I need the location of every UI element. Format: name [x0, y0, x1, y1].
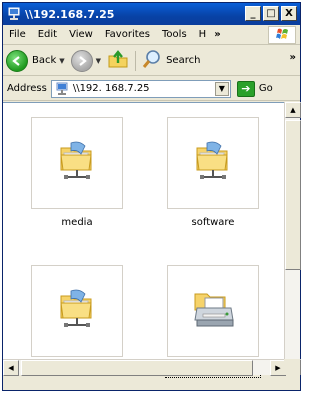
- title-bar[interactable]: \\192.168.7.25 _ □ X: [3, 3, 300, 25]
- window-title: \\192.168.7.25: [25, 7, 115, 21]
- horizontal-scroll-thumb[interactable]: [21, 360, 253, 376]
- resize-grip[interactable]: [284, 359, 300, 375]
- windows-logo-icon: [268, 26, 296, 44]
- vertical-scroll-thumb[interactable]: [285, 120, 301, 270]
- scroll-up-button[interactable]: ▲: [285, 102, 301, 118]
- back-button[interactable]: Back ▼: [3, 48, 68, 74]
- up-folder-button[interactable]: [104, 48, 132, 74]
- toolbar-overflow-chevron[interactable]: »: [290, 52, 296, 63]
- address-value: \\192. 168.7.25: [72, 83, 150, 94]
- close-button[interactable]: X: [281, 6, 297, 21]
- back-arrow-icon: [6, 49, 28, 72]
- menu-file[interactable]: File: [3, 29, 32, 40]
- go-button[interactable]: ➔ Go: [236, 80, 273, 97]
- up-folder-icon: [107, 49, 129, 72]
- minimize-button[interactable]: _: [245, 6, 261, 21]
- folder-contents: media software: [3, 102, 286, 378]
- vertical-scrollbar[interactable]: ▲ ▼: [284, 102, 301, 375]
- address-label: Address: [7, 83, 47, 94]
- menu-tools[interactable]: Tools: [156, 29, 193, 40]
- network-computer-icon: [7, 7, 21, 21]
- thumbnail-frame: [167, 265, 259, 357]
- menu-favorites[interactable]: Favorites: [99, 29, 156, 40]
- toolbar-separator: [135, 50, 137, 71]
- forward-arrow-icon: [70, 49, 93, 72]
- menu-view[interactable]: View: [63, 29, 99, 40]
- printer-icon: [189, 290, 237, 333]
- address-bar: Address \\192. 168.7.25 ▼ ➔ Go: [3, 77, 300, 101]
- horizontal-scrollbar[interactable]: ◀ ▶: [3, 359, 286, 376]
- search-icon: [142, 49, 162, 72]
- shared-folder-icon: [193, 140, 233, 187]
- menu-help[interactable]: H: [193, 29, 213, 40]
- menu-overflow-chevron[interactable]: »: [214, 29, 220, 40]
- list-item[interactable]: media: [27, 117, 127, 228]
- standard-toolbar: Back ▼ ▼ Search »: [3, 46, 300, 76]
- maximize-button[interactable]: □: [263, 6, 279, 21]
- address-dropdown-icon[interactable]: ▼: [214, 81, 229, 96]
- go-label: Go: [258, 83, 273, 94]
- search-button[interactable]: Search: [139, 48, 203, 74]
- thumbnail-frame: [167, 117, 259, 209]
- thumbnail-frame: [31, 117, 123, 209]
- shared-folder-icon: [57, 140, 97, 187]
- shared-folder-icon: [57, 288, 97, 335]
- go-arrow-icon: ➔: [236, 80, 255, 97]
- thumbnail-frame: [31, 265, 123, 357]
- item-label-software: software: [191, 217, 235, 228]
- forward-button[interactable]: ▼: [68, 48, 104, 74]
- back-dropdown-icon[interactable]: ▼: [59, 57, 64, 65]
- explorer-window: \\192.168.7.25 _ □ X File Edit View Favo…: [2, 2, 301, 391]
- menu-edit[interactable]: Edit: [32, 29, 63, 40]
- scroll-left-button[interactable]: ◀: [3, 360, 19, 376]
- item-label-media: media: [61, 217, 93, 228]
- network-computer-icon: [55, 82, 69, 96]
- menu-bar: File Edit View Favorites Tools H »: [3, 25, 300, 45]
- list-item[interactable]: software: [163, 117, 263, 228]
- back-label: Back: [32, 55, 57, 66]
- search-label: Search: [166, 55, 201, 66]
- forward-dropdown-icon[interactable]: ▼: [96, 57, 101, 65]
- address-field[interactable]: \\192. 168.7.25 ▼: [50, 79, 231, 98]
